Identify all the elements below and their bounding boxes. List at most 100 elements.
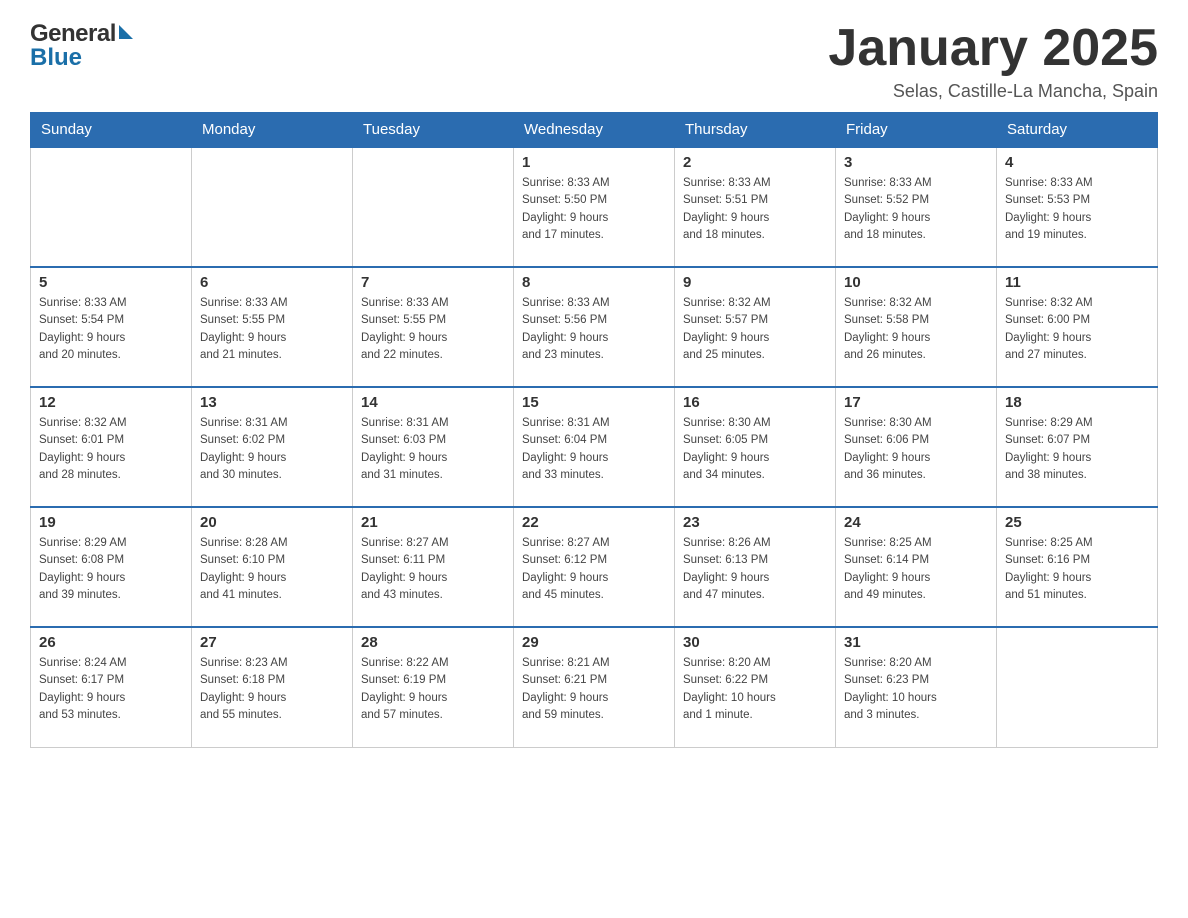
calendar-cell: 25 Sunrise: 8:25 AM Sunset: 6:16 PM Dayli… <box>997 507 1158 627</box>
header-row: SundayMondayTuesdayWednesdayThursdayFrid… <box>31 113 1158 148</box>
calendar-cell: 15 Sunrise: 8:31 AM Sunset: 6:04 PM Dayli… <box>514 387 675 507</box>
calendar-cell: 24Sunrise: 8:25 AM Sunset: 6:14 PM Dayli… <box>836 507 997 627</box>
day-number: 31 <box>844 634 988 651</box>
day-info: Sunrise: 8:33 AM Sunset: 5:56 PM Dayligh… <box>522 295 666 364</box>
day-number: 4 <box>1005 154 1149 171</box>
day-number: 27 <box>200 634 344 651</box>
calendar-cell: 27 Sunrise: 8:23 AM Sunset: 6:18 PM Dayli… <box>192 627 353 747</box>
day-number: 13 <box>200 394 344 411</box>
day-info: Sunrise: 8:28 AM Sunset: 6:10 PM Dayligh… <box>200 535 344 604</box>
day-info: Sunrise: 8:20 AM Sunset: 6:23 PM Dayligh… <box>844 655 988 724</box>
calendar-cell: 8 Sunrise: 8:33 AM Sunset: 5:56 PM Daylig… <box>514 267 675 387</box>
calendar-cell <box>997 627 1158 747</box>
day-number: 16 <box>683 394 827 411</box>
day-info: Sunrise: 8:24 AM Sunset: 6:17 PM Dayligh… <box>39 655 183 724</box>
logo: General Blue <box>30 20 133 72</box>
day-info: Sunrise: 8:33 AM Sunset: 5:50 PM Dayligh… <box>522 175 666 244</box>
day-number: 17 <box>844 394 988 411</box>
day-number: 22 <box>522 514 666 531</box>
calendar-cell <box>31 147 192 267</box>
weekday-header-tuesday: Tuesday <box>353 113 514 148</box>
logo-blue-text: Blue <box>30 44 82 72</box>
calendar-table: SundayMondayTuesdayWednesdayThursdayFrid… <box>30 112 1158 748</box>
day-info: Sunrise: 8:25 AM Sunset: 6:16 PM Dayligh… <box>1005 535 1149 604</box>
weekday-header-thursday: Thursday <box>675 113 836 148</box>
calendar-cell: 19Sunrise: 8:29 AM Sunset: 6:08 PM Dayli… <box>31 507 192 627</box>
week-row-5: 26 Sunrise: 8:24 AM Sunset: 6:17 PM Dayli… <box>31 627 1158 747</box>
calendar-cell: 29 Sunrise: 8:21 AM Sunset: 6:21 PM Dayli… <box>514 627 675 747</box>
calendar-cell: 16Sunrise: 8:30 AM Sunset: 6:05 PM Dayli… <box>675 387 836 507</box>
day-info: Sunrise: 8:22 AM Sunset: 6:19 PM Dayligh… <box>361 655 505 724</box>
day-number: 18 <box>1005 394 1149 411</box>
month-title: January 2025 <box>828 20 1158 77</box>
calendar-cell: 5 Sunrise: 8:33 AM Sunset: 5:54 PM Daylig… <box>31 267 192 387</box>
day-info: Sunrise: 8:32 AM Sunset: 5:57 PM Dayligh… <box>683 295 827 364</box>
day-number: 15 <box>522 394 666 411</box>
day-info: Sunrise: 8:20 AM Sunset: 6:22 PM Dayligh… <box>683 655 827 724</box>
day-info: Sunrise: 8:21 AM Sunset: 6:21 PM Dayligh… <box>522 655 666 724</box>
day-number: 11 <box>1005 274 1149 291</box>
weekday-header-friday: Friday <box>836 113 997 148</box>
day-number: 5 <box>39 274 183 291</box>
weekday-header-monday: Monday <box>192 113 353 148</box>
logo-triangle-icon <box>119 25 133 39</box>
calendar-cell: 22 Sunrise: 8:27 AM Sunset: 6:12 PM Dayli… <box>514 507 675 627</box>
day-info: Sunrise: 8:33 AM Sunset: 5:52 PM Dayligh… <box>844 175 988 244</box>
day-info: Sunrise: 8:27 AM Sunset: 6:12 PM Dayligh… <box>522 535 666 604</box>
weekday-header-wednesday: Wednesday <box>514 113 675 148</box>
day-info: Sunrise: 8:26 AM Sunset: 6:13 PM Dayligh… <box>683 535 827 604</box>
calendar-cell: 28 Sunrise: 8:22 AM Sunset: 6:19 PM Dayli… <box>353 627 514 747</box>
day-number: 23 <box>683 514 827 531</box>
day-number: 30 <box>683 634 827 651</box>
day-number: 24 <box>844 514 988 531</box>
calendar-cell: 18 Sunrise: 8:29 AM Sunset: 6:07 PM Dayli… <box>997 387 1158 507</box>
calendar-cell: 31 Sunrise: 8:20 AM Sunset: 6:23 PM Dayli… <box>836 627 997 747</box>
day-number: 3 <box>844 154 988 171</box>
day-info: Sunrise: 8:33 AM Sunset: 5:55 PM Dayligh… <box>200 295 344 364</box>
day-info: Sunrise: 8:31 AM Sunset: 6:03 PM Dayligh… <box>361 415 505 484</box>
week-row-2: 5 Sunrise: 8:33 AM Sunset: 5:54 PM Daylig… <box>31 267 1158 387</box>
day-info: Sunrise: 8:33 AM Sunset: 5:55 PM Dayligh… <box>361 295 505 364</box>
day-number: 12 <box>39 394 183 411</box>
calendar-cell: 3 Sunrise: 8:33 AM Sunset: 5:52 PM Daylig… <box>836 147 997 267</box>
day-info: Sunrise: 8:23 AM Sunset: 6:18 PM Dayligh… <box>200 655 344 724</box>
day-number: 6 <box>200 274 344 291</box>
day-info: Sunrise: 8:33 AM Sunset: 5:53 PM Dayligh… <box>1005 175 1149 244</box>
calendar-cell: 12 Sunrise: 8:32 AM Sunset: 6:01 PM Dayli… <box>31 387 192 507</box>
calendar-cell <box>353 147 514 267</box>
weekday-header-sunday: Sunday <box>31 113 192 148</box>
day-number: 26 <box>39 634 183 651</box>
calendar-cell: 2 Sunrise: 8:33 AM Sunset: 5:51 PM Daylig… <box>675 147 836 267</box>
location-title: Selas, Castille-La Mancha, Spain <box>828 81 1158 102</box>
day-info: Sunrise: 8:31 AM Sunset: 6:02 PM Dayligh… <box>200 415 344 484</box>
calendar-cell: 26 Sunrise: 8:24 AM Sunset: 6:17 PM Dayli… <box>31 627 192 747</box>
day-number: 29 <box>522 634 666 651</box>
day-info: Sunrise: 8:29 AM Sunset: 6:07 PM Dayligh… <box>1005 415 1149 484</box>
calendar-cell: 10Sunrise: 8:32 AM Sunset: 5:58 PM Dayli… <box>836 267 997 387</box>
day-number: 25 <box>1005 514 1149 531</box>
day-info: Sunrise: 8:31 AM Sunset: 6:04 PM Dayligh… <box>522 415 666 484</box>
day-info: Sunrise: 8:27 AM Sunset: 6:11 PM Dayligh… <box>361 535 505 604</box>
day-number: 20 <box>200 514 344 531</box>
calendar-cell: 11Sunrise: 8:32 AM Sunset: 6:00 PM Dayli… <box>997 267 1158 387</box>
calendar-cell: 7 Sunrise: 8:33 AM Sunset: 5:55 PM Daylig… <box>353 267 514 387</box>
calendar-cell: 14 Sunrise: 8:31 AM Sunset: 6:03 PM Dayli… <box>353 387 514 507</box>
day-number: 2 <box>683 154 827 171</box>
day-number: 28 <box>361 634 505 651</box>
day-number: 21 <box>361 514 505 531</box>
calendar-cell: 6 Sunrise: 8:33 AM Sunset: 5:55 PM Daylig… <box>192 267 353 387</box>
day-number: 14 <box>361 394 505 411</box>
week-row-1: 1 Sunrise: 8:33 AM Sunset: 5:50 PM Daylig… <box>31 147 1158 267</box>
day-number: 7 <box>361 274 505 291</box>
calendar-cell <box>192 147 353 267</box>
weekday-header-saturday: Saturday <box>997 113 1158 148</box>
calendar-cell: 21 Sunrise: 8:27 AM Sunset: 6:11 PM Dayli… <box>353 507 514 627</box>
day-info: Sunrise: 8:32 AM Sunset: 5:58 PM Dayligh… <box>844 295 988 364</box>
day-info: Sunrise: 8:33 AM Sunset: 5:54 PM Dayligh… <box>39 295 183 364</box>
day-number: 8 <box>522 274 666 291</box>
day-info: Sunrise: 8:32 AM Sunset: 6:01 PM Dayligh… <box>39 415 183 484</box>
day-info: Sunrise: 8:33 AM Sunset: 5:51 PM Dayligh… <box>683 175 827 244</box>
calendar-cell: 30 Sunrise: 8:20 AM Sunset: 6:22 PM Dayli… <box>675 627 836 747</box>
day-number: 1 <box>522 154 666 171</box>
page-header: General Blue January 2025 Selas, Castill… <box>30 20 1158 102</box>
